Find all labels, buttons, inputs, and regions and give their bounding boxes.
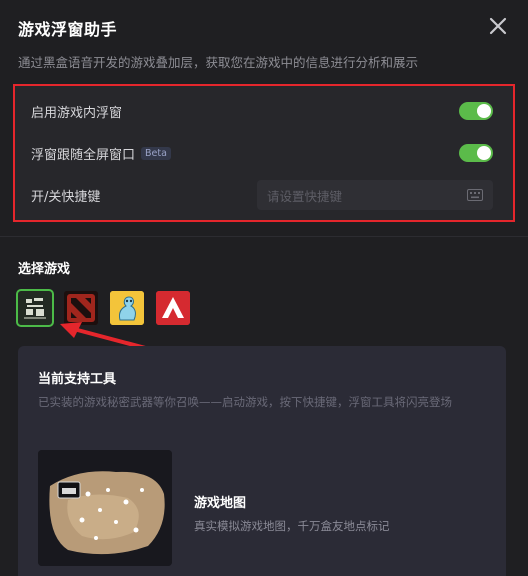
close-button[interactable]	[488, 16, 508, 36]
beta-badge: Beta	[141, 146, 171, 160]
tool-card-title: 当前支持工具	[38, 372, 117, 387]
close-icon	[489, 17, 507, 35]
map-image	[38, 450, 172, 566]
map-tool-name: 游戏地图	[194, 496, 247, 511]
header: 游戏浮窗助手 通过黑盒语音开发的游戏叠加层，获取您在游戏中的信息进行分析和展示	[18, 16, 510, 71]
hotkey-placeholder: 请设置快捷键	[267, 188, 343, 204]
page-title: 游戏浮窗助手	[18, 20, 118, 39]
follow-fullscreen-label: 浮窗跟随全屏窗口	[31, 147, 136, 163]
follow-fullscreen-row: 浮窗跟随全屏窗口 Beta	[31, 136, 497, 170]
map-thumbnail[interactable]	[38, 450, 172, 566]
page-subtitle: 通过黑盒语音开发的游戏叠加层，获取您在游戏中的信息进行分析和展示	[18, 55, 419, 70]
hotkey-label: 开/关快捷键	[31, 189, 101, 205]
overlay-assistant-panel: 游戏浮窗助手 通过黑盒语音开发的游戏叠加层，获取您在游戏中的信息进行分析和展示 …	[0, 0, 528, 576]
follow-fullscreen-toggle[interactable]	[459, 144, 493, 162]
divider	[0, 236, 528, 237]
enable-overlay-row: 启用游戏内浮窗	[31, 94, 497, 128]
toggle-knob	[477, 104, 491, 118]
enable-overlay-toggle[interactable]	[459, 102, 493, 120]
game-selector: 选择游戏	[16, 258, 190, 327]
keyboard-icon	[467, 189, 483, 201]
game-icon-1[interactable]	[16, 289, 54, 327]
hotkey-row: 开/关快捷键 请设置快捷键	[31, 178, 497, 212]
hotkey-input[interactable]: 请设置快捷键	[257, 180, 493, 210]
game-logo-1-icon	[18, 291, 52, 325]
tool-card-description: 已实装的游戏秘密武器等你召唤——启动游戏，按下快捷键，浮窗工具将闪亮登场	[38, 395, 452, 409]
follow-fullscreen-label-wrap: 浮窗跟随全屏窗口 Beta	[31, 144, 171, 163]
toggle-knob	[477, 146, 491, 160]
overlay-settings-box: 启用游戏内浮窗 浮窗跟随全屏窗口 Beta 开/关快捷键 请设置快捷键	[13, 84, 515, 222]
enable-overlay-label: 启用游戏内浮窗	[31, 105, 123, 121]
game-selector-title: 选择游戏	[18, 262, 71, 277]
map-tool-description: 真实模拟游戏地图，千万盒友地点标记	[194, 519, 390, 533]
tool-card: 当前支持工具 已实装的游戏秘密武器等你召唤——启动游戏，按下快捷键，浮窗工具将闪…	[18, 346, 506, 576]
